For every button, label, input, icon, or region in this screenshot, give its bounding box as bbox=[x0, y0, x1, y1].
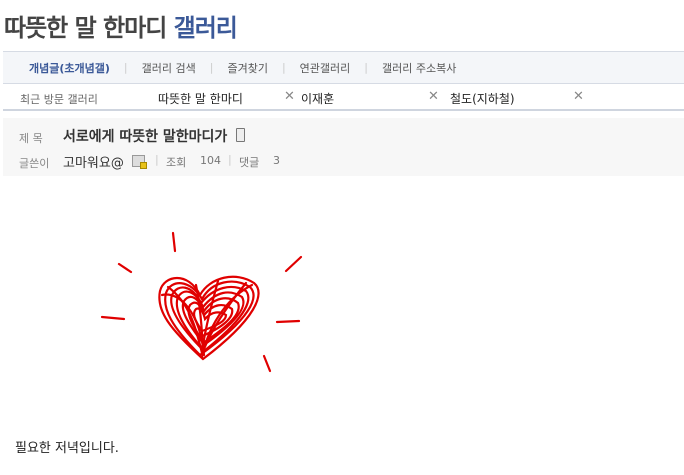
tab-best-posts[interactable]: 개념글(초개념갤) bbox=[3, 60, 124, 76]
post-body-text: 필요한 저녁입니다. bbox=[15, 441, 119, 456]
gallery-menu-bar: 개념글(초개념갤) | 갤러리 검색 | 즐겨찾기 | 연관갤러리 | 갤러리 … bbox=[3, 51, 684, 84]
gallery-title-name: 따뜻한 말 한마디 bbox=[4, 14, 167, 42]
tab-gallery-search[interactable]: 갤러리 검색 bbox=[128, 60, 210, 76]
heart-drawing bbox=[100, 225, 310, 375]
comments-label: 댓글 bbox=[239, 156, 260, 169]
views-count: 104 bbox=[200, 154, 221, 167]
post-header: 제 목 서로에게 따뜻한 말한마디가 글쓴이 고마워요@ | 조회 104 | … bbox=[3, 118, 684, 176]
divider: | bbox=[155, 153, 159, 166]
recent-gallery-link[interactable]: 이재훈 bbox=[301, 90, 334, 107]
recent-galleries-label: 최근 방문 갤러리 bbox=[20, 93, 98, 106]
subject-label: 제 목 bbox=[19, 132, 43, 145]
gallery-title-suffix: 갤러리 bbox=[173, 14, 238, 42]
tab-favorites[interactable]: 즐겨찾기 bbox=[213, 60, 281, 76]
close-icon[interactable]: ✕ bbox=[428, 89, 439, 104]
views-label: 조회 bbox=[166, 156, 187, 169]
recent-gallery-link[interactable]: 따뜻한 말 한마디 bbox=[158, 90, 243, 107]
user-gallog-icon[interactable] bbox=[132, 155, 147, 169]
tab-copy-address[interactable]: 갤러리 주소복사 bbox=[368, 60, 470, 76]
post-author[interactable]: 고마워요@ bbox=[63, 152, 124, 171]
gallery-title[interactable]: 따뜻한 말 한마디 갤러리 bbox=[4, 8, 238, 43]
comments-count: 3 bbox=[273, 154, 280, 167]
close-icon[interactable]: ✕ bbox=[573, 89, 584, 104]
recent-gallery-link[interactable]: 철도(지하철) bbox=[450, 90, 515, 107]
author-label: 글쓴이 bbox=[19, 157, 50, 170]
tab-related-galleries[interactable]: 연관갤러리 bbox=[286, 60, 365, 76]
divider: | bbox=[228, 153, 232, 166]
close-icon[interactable]: ✕ bbox=[284, 89, 295, 104]
post-subject: 서로에게 따뜻한 말한마디가 bbox=[63, 129, 228, 145]
recent-galleries-bar: 최근 방문 갤러리 따뜻한 말 한마디 ✕ 이재훈 ✕ 철도(지하철) ✕ bbox=[3, 84, 684, 111]
heart-icon bbox=[100, 231, 303, 373]
mobile-phone-icon bbox=[236, 128, 245, 142]
